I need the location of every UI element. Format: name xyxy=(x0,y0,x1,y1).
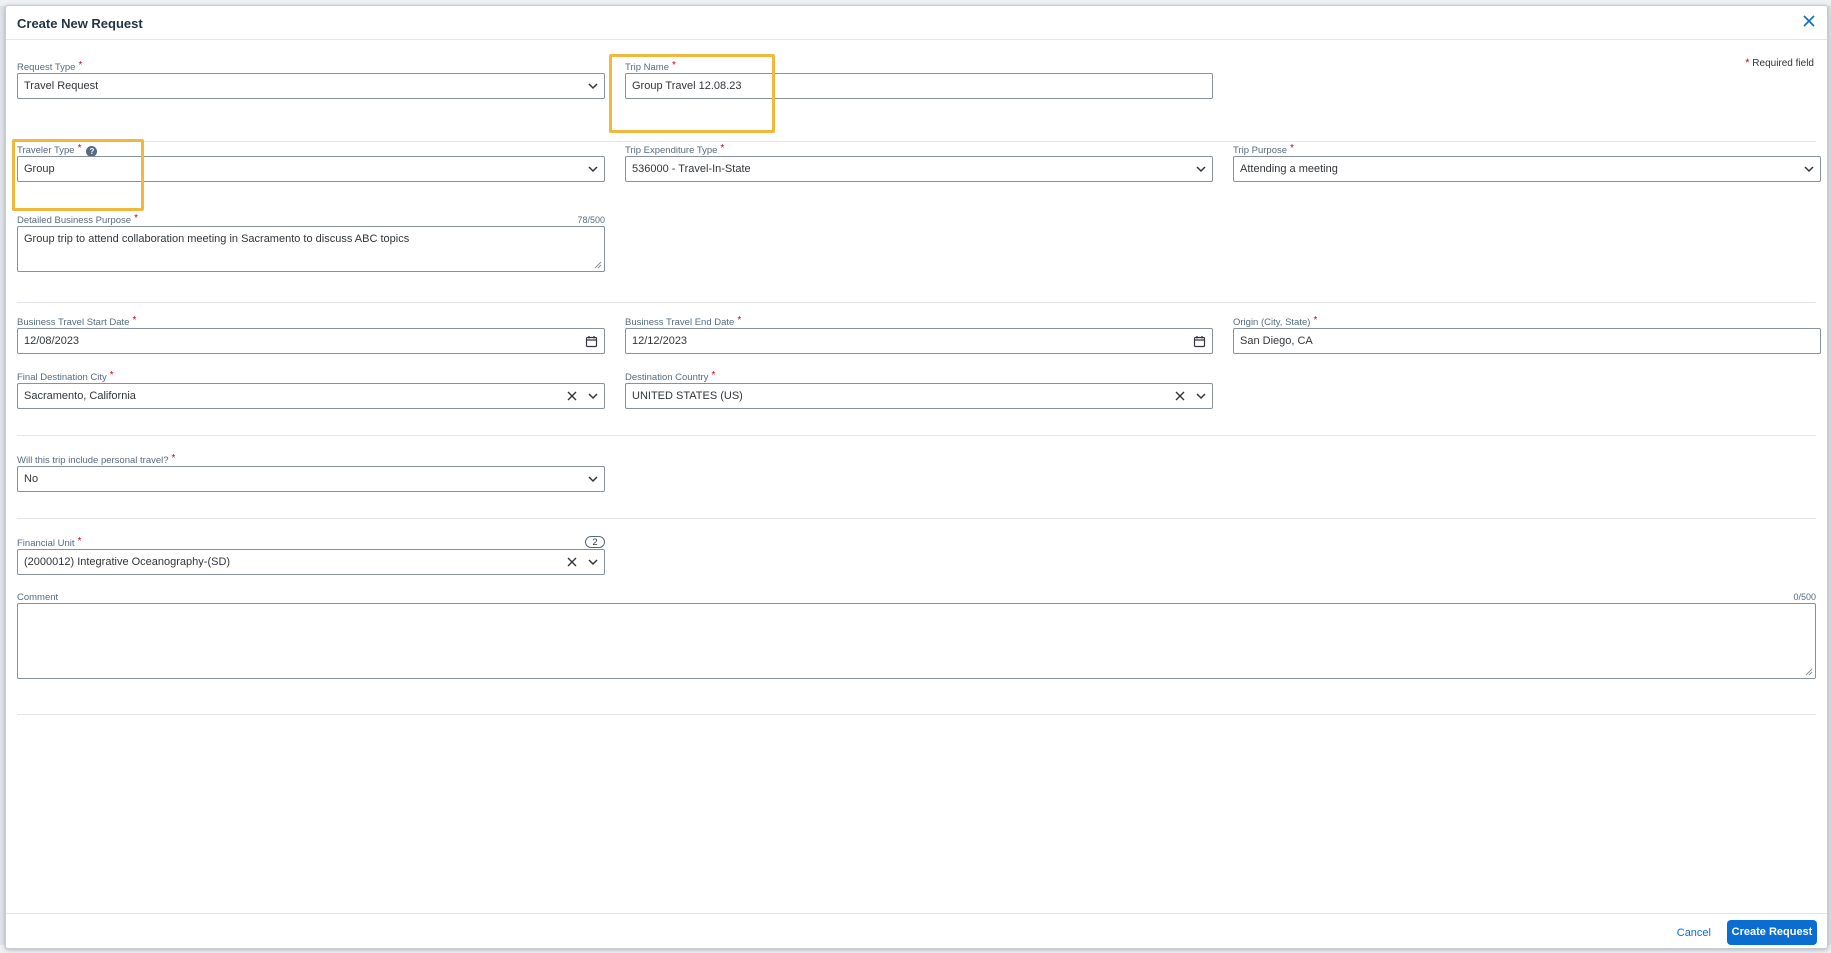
origin-label: Origin (City, State) xyxy=(1233,317,1311,328)
request-type-value: Travel Request xyxy=(24,80,99,92)
trip-purpose-select[interactable]: Attending a meeting xyxy=(1233,156,1821,182)
comment-counter: 0/500 xyxy=(1793,592,1816,602)
financial-unit-label: Financial Unit xyxy=(17,538,75,549)
clear-icon[interactable] xyxy=(566,390,578,402)
cancel-button[interactable]: Cancel xyxy=(1671,923,1717,943)
required-star: * xyxy=(134,213,138,224)
final-destination-field: Final Destination City * Sacramento, Cali… xyxy=(17,370,605,412)
chevron-down-icon[interactable] xyxy=(587,163,599,175)
required-star: * xyxy=(77,536,82,547)
comment-field: Comment 0/500 xyxy=(17,592,1816,682)
destination-country-field: Destination Country * UNITED STATES (US) xyxy=(625,370,1213,412)
chevron-down-icon[interactable] xyxy=(587,473,599,485)
section-divider xyxy=(17,141,1816,142)
trip-purpose-field: Trip Purpose * Attending a meeting xyxy=(1233,143,1821,185)
end-date-value: 12/12/2023 xyxy=(632,335,688,347)
destination-country-label: Destination Country xyxy=(625,372,709,383)
calendar-icon[interactable] xyxy=(1193,335,1206,348)
chevron-down-icon[interactable] xyxy=(587,556,599,568)
required-star: * xyxy=(1290,143,1294,154)
dialog-header: Create New Request xyxy=(6,6,1827,40)
final-destination-label: Final Destination City xyxy=(17,372,107,383)
business-purpose-field: Detailed Business Purpose * 78/500 Group … xyxy=(17,213,605,278)
final-destination-select[interactable]: Sacramento, California xyxy=(17,383,605,409)
chevron-down-icon[interactable] xyxy=(587,390,599,402)
section-divider xyxy=(17,714,1816,715)
destination-country-select[interactable]: UNITED STATES (US) xyxy=(625,383,1213,409)
clear-icon[interactable] xyxy=(566,556,578,568)
trip-expenditure-type-value: 536000 - Travel-In-State xyxy=(632,163,751,175)
required-note-text: Required field xyxy=(1752,58,1814,69)
calendar-icon[interactable] xyxy=(585,335,598,348)
business-purpose-counter: 78/500 xyxy=(577,215,605,225)
section-divider xyxy=(17,435,1816,436)
request-type-field: Request Type * Travel Request xyxy=(17,60,605,102)
end-date-field: Business Travel End Date * 12/12/2023 xyxy=(625,315,1213,357)
trip-purpose-label: Trip Purpose xyxy=(1233,145,1288,156)
trip-name-highlight xyxy=(609,54,775,133)
required-field-note: * Required field xyxy=(1745,57,1814,69)
personal-travel-value: No xyxy=(24,473,39,485)
request-type-label: Request Type xyxy=(17,62,76,73)
required-star: * xyxy=(711,370,716,381)
financial-unit-field: Financial Unit * 2 (2000012) Integrative … xyxy=(17,536,605,578)
trip-purpose-value: Attending a meeting xyxy=(1240,163,1338,175)
business-purpose-label: Detailed Business Purpose xyxy=(17,215,132,226)
clear-icon[interactable] xyxy=(1174,390,1186,402)
create-request-dialog: Create New Request * Required field Requ… xyxy=(5,5,1828,949)
section-divider xyxy=(17,302,1816,303)
start-date-input[interactable]: 12/08/2023 xyxy=(17,328,605,354)
required-star: * xyxy=(171,453,176,464)
required-star: * xyxy=(737,315,742,326)
chevron-down-icon[interactable] xyxy=(1195,390,1207,402)
destination-country-value: UNITED STATES (US) xyxy=(632,390,743,402)
final-destination-value: Sacramento, California xyxy=(24,390,136,402)
required-star: * xyxy=(1745,57,1750,69)
origin-value: San Diego, CA xyxy=(1240,335,1313,347)
dialog-footer: Cancel Create Request xyxy=(6,913,1827,949)
required-star: * xyxy=(1313,315,1318,326)
origin-field: Origin (City, State) * San Diego, CA xyxy=(1233,315,1821,357)
chevron-down-icon[interactable] xyxy=(1195,163,1207,175)
end-date-input[interactable]: 12/12/2023 xyxy=(625,328,1213,354)
start-date-value: 12/08/2023 xyxy=(24,335,80,347)
personal-travel-field: Will this trip include personal travel? *… xyxy=(17,453,605,495)
required-star: * xyxy=(720,143,725,154)
financial-unit-count-badge[interactable]: 2 xyxy=(585,536,605,548)
start-date-label: Business Travel Start Date xyxy=(17,317,130,328)
required-star: * xyxy=(109,370,114,381)
close-icon xyxy=(1803,15,1815,27)
chevron-down-icon[interactable] xyxy=(587,80,599,92)
section-divider xyxy=(17,518,1816,519)
comment-textarea[interactable] xyxy=(17,603,1816,679)
business-purpose-value: Group trip to attend collaboration meeti… xyxy=(24,233,410,245)
business-purpose-textarea[interactable]: Group trip to attend collaboration meeti… xyxy=(17,226,605,272)
request-type-select[interactable]: Travel Request xyxy=(17,73,605,99)
personal-travel-select[interactable]: No xyxy=(17,466,605,492)
trip-expenditure-type-label: Trip Expenditure Type xyxy=(625,145,718,156)
dialog-title: Create New Request xyxy=(17,16,143,31)
financial-unit-select[interactable]: (2000012) Integrative Oceanography-(SD) xyxy=(17,549,605,575)
financial-unit-value: (2000012) Integrative Oceanography-(SD) xyxy=(24,556,231,568)
trip-expenditure-type-select[interactable]: 536000 - Travel-In-State xyxy=(625,156,1213,182)
traveler-type-highlight xyxy=(12,139,144,211)
create-request-button[interactable]: Create Request xyxy=(1727,920,1817,945)
trip-expenditure-type-field: Trip Expenditure Type * 536000 - Travel-I… xyxy=(625,143,1213,185)
end-date-label: Business Travel End Date xyxy=(625,317,735,328)
required-star: * xyxy=(132,315,137,326)
resize-handle-icon[interactable] xyxy=(1805,668,1813,676)
close-button[interactable] xyxy=(1801,14,1817,30)
chevron-down-icon[interactable] xyxy=(1803,163,1815,175)
resize-handle-icon[interactable] xyxy=(594,261,602,269)
origin-input[interactable]: San Diego, CA xyxy=(1233,328,1821,354)
personal-travel-label: Will this trip include personal travel? xyxy=(17,455,169,466)
required-star: * xyxy=(78,60,83,71)
start-date-field: Business Travel Start Date * 12/08/2023 xyxy=(17,315,605,357)
comment-label: Comment xyxy=(17,592,59,603)
